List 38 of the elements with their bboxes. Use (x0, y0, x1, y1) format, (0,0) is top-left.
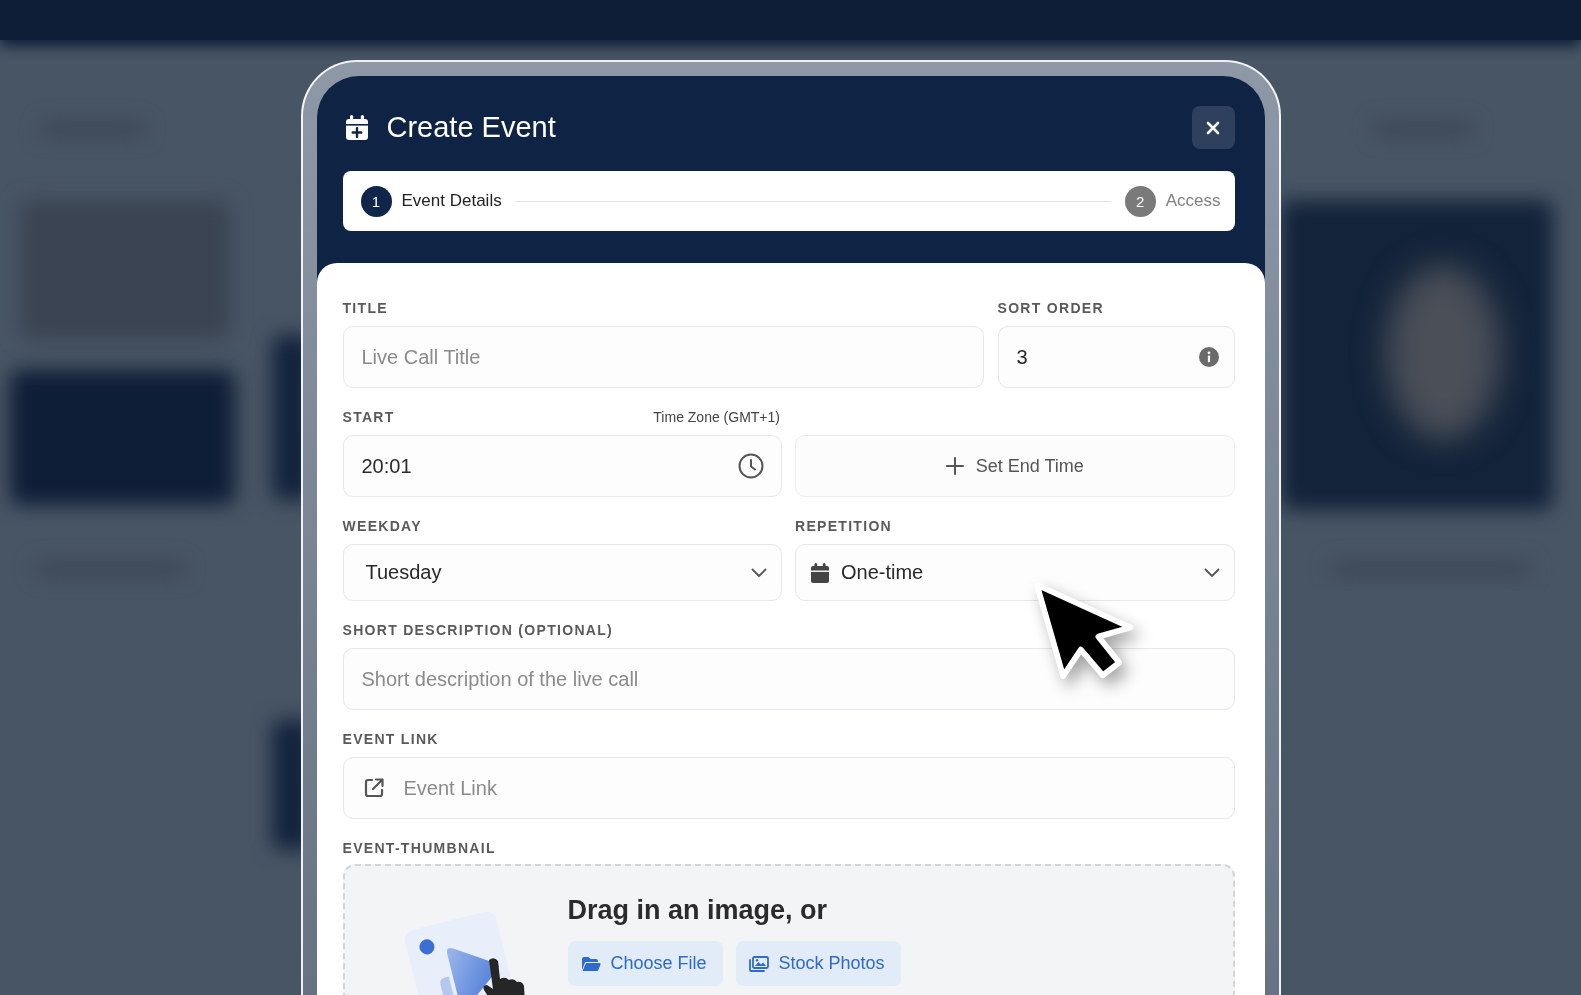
field-label: SHORT DESCRIPTION (OPTIONAL) (342, 621, 614, 639)
close-icon (1206, 120, 1220, 135)
weekday-select[interactable]: Tuesday (342, 544, 782, 601)
step-label: Event Details (401, 191, 502, 211)
info-icon (1198, 347, 1219, 367)
chevron-down-icon (1203, 567, 1220, 578)
set-end-time-button[interactable]: Set End Time (795, 435, 1235, 497)
upload-option-button[interactable]: Stock Photos (735, 941, 901, 986)
sort-order-input[interactable]: 3 (997, 326, 1235, 388)
field-label: START (342, 408, 395, 426)
folder-icon (580, 955, 601, 972)
close-button[interactable] (1191, 106, 1235, 149)
calendar-plus-icon (344, 114, 369, 141)
field-label: SORT ORDER (997, 299, 1105, 317)
time-zone-label: Time Zone (GMT+1) (653, 408, 780, 426)
field-label: TITLE (342, 299, 389, 317)
field-label: WEEKDAY (342, 517, 423, 535)
images-icon (748, 955, 769, 972)
field-label: EVENT-THUMBNAIL (342, 839, 497, 857)
plus-icon (945, 457, 964, 475)
start-time-input[interactable]: 20:01 (342, 435, 782, 497)
field-label: REPETITION (795, 517, 893, 535)
repetition-select[interactable]: One-time (795, 544, 1235, 601)
modal-title: Create Event (386, 111, 557, 144)
clock-icon (738, 453, 764, 479)
title-input[interactable]: Live Call Title (342, 326, 984, 388)
step-label: Access (1165, 191, 1221, 211)
field-label: EVENT LINK (342, 730, 440, 748)
event-link-input[interactable]: Event Link (342, 757, 1235, 819)
drop-zone-prompt: Drag in an image, or (567, 894, 828, 927)
chevron-down-icon (751, 567, 767, 578)
upload-option-button[interactable]: Choose File (567, 941, 723, 986)
calendar-icon (811, 562, 829, 583)
step-number: 2 (1124, 185, 1156, 217)
short-description-input[interactable]: Short description of the live call (342, 648, 1235, 710)
image-drop-zone[interactable]: Drag in an image, or Choose File Stock Photos (342, 864, 1235, 995)
step-number: 1 (360, 185, 392, 217)
external-link-icon (362, 777, 385, 799)
